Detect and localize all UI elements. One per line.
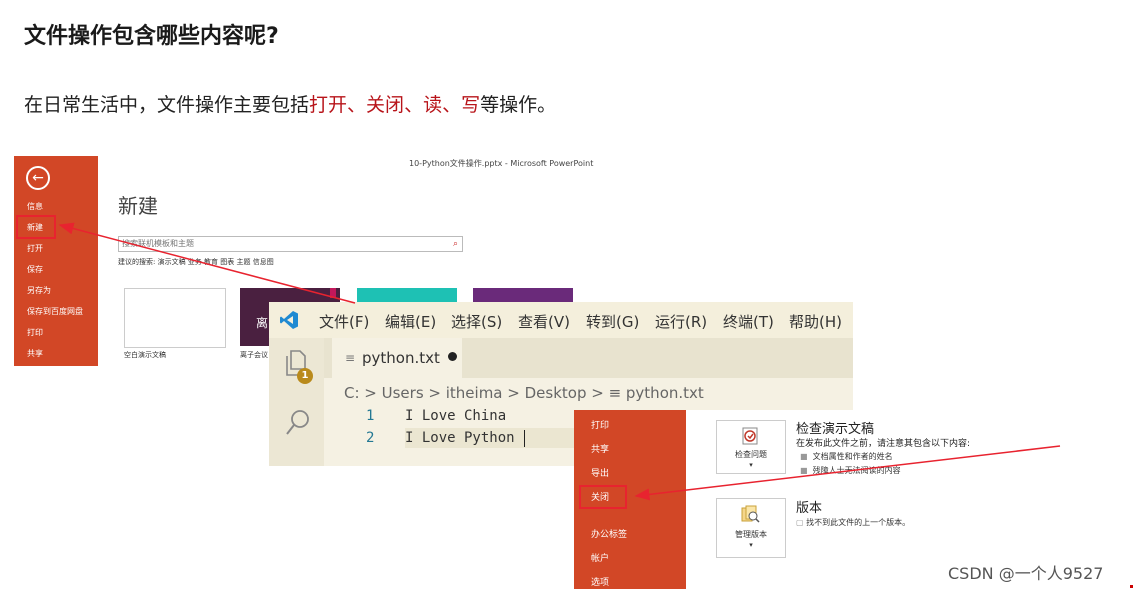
menu-edit[interactable]: 编辑(E) bbox=[385, 311, 436, 332]
inspect-bullet-text: 残障人士无法阅读的内容 bbox=[812, 466, 901, 475]
code-line[interactable]: I Love China bbox=[405, 408, 506, 424]
versions-title: 版本 bbox=[796, 501, 823, 516]
inspect-title: 检查演示文稿 bbox=[796, 422, 875, 437]
check-issues-button[interactable]: 检查问题 ▾ bbox=[716, 420, 786, 474]
manage-versions-button[interactable]: 管理版本 ▾ bbox=[716, 498, 786, 558]
line-number: 2 bbox=[366, 430, 375, 446]
op-sep-1: 、 bbox=[347, 94, 367, 116]
op-sep-3: 、 bbox=[442, 94, 462, 116]
vscode-logo-icon bbox=[280, 311, 298, 329]
text-file-icon: ≡ bbox=[345, 351, 356, 365]
menu-view[interactable]: 查看(V) bbox=[518, 311, 570, 332]
manage-versions-label: 管理版本 bbox=[735, 530, 767, 539]
page-heading: 文件操作包含哪些内容呢? bbox=[24, 24, 279, 49]
ppt-menu-save[interactable]: 保存 bbox=[27, 264, 43, 275]
chevron-down-icon: ▾ bbox=[749, 541, 753, 549]
vscode-activity-bar: 1 bbox=[269, 338, 324, 466]
tab-python-txt[interactable]: ≡ python.txt bbox=[332, 338, 462, 378]
vscode-tab-bar: ≡ python.txt bbox=[324, 338, 853, 378]
search-icon[interactable] bbox=[285, 408, 311, 438]
bullet-square-icon: ■ bbox=[800, 466, 808, 475]
breadcrumb[interactable]: C: > Users > itheima > Desktop > ≡ pytho… bbox=[344, 384, 704, 402]
ppt-menu-save-as[interactable]: 另存为 bbox=[27, 285, 51, 296]
suggested-searches[interactable]: 建议的搜索: 演示文稿 业务 教育 图表 主题 信息图 bbox=[118, 257, 274, 267]
versions-description: ▢ 找不到此文件的上一个版本。 bbox=[796, 517, 910, 528]
ppt-window-title: 10-Python文件操作.pptx - Microsoft PowerPoin… bbox=[409, 159, 594, 168]
info-menu-account[interactable]: 帐户 bbox=[591, 551, 609, 564]
template-ion-label: 离子会议 bbox=[240, 351, 268, 359]
inspect-bullet: ■ 文档属性和作者的姓名 bbox=[800, 451, 893, 462]
inspect-document-icon bbox=[742, 427, 758, 445]
template-blank[interactable] bbox=[124, 288, 226, 348]
menu-file[interactable]: 文件(F) bbox=[319, 311, 369, 332]
op-sep-2: 、 bbox=[404, 94, 424, 116]
ppt-menu-save-baidu[interactable]: 保存到百度网盘 bbox=[27, 306, 83, 317]
menu-terminal[interactable]: 终端(T) bbox=[723, 311, 774, 332]
template-blank-label: 空白演示文稿 bbox=[124, 351, 166, 359]
check-issues-label: 检查问题 bbox=[735, 450, 767, 459]
text-cursor bbox=[524, 430, 525, 447]
ppt-menu-info[interactable]: 信息 bbox=[27, 201, 43, 212]
ppt-menu-open[interactable]: 打开 bbox=[27, 243, 43, 254]
template-search-placeholder: 搜索联机模板和主题 bbox=[122, 239, 194, 248]
intro-suffix: 等操作。 bbox=[480, 94, 557, 116]
menu-help[interactable]: 帮助(H) bbox=[789, 311, 842, 332]
inspect-description: 在发布此文件之前，请注意其包含以下内容: bbox=[796, 439, 971, 449]
watermark: CSDN @一个人9527 bbox=[948, 564, 1104, 583]
menu-run[interactable]: 运行(R) bbox=[655, 311, 707, 332]
versions-description-text: 找不到此文件的上一个版本。 bbox=[806, 518, 911, 527]
ppt-menu-share[interactable]: 共享 bbox=[27, 348, 43, 359]
inspect-bullet-text: 文档属性和作者的姓名 bbox=[812, 452, 893, 461]
unsaved-dot-icon[interactable] bbox=[448, 352, 457, 361]
chevron-down-icon: ▾ bbox=[749, 461, 753, 469]
intro-text: 在日常生活中，文件操作主要包括打开、关闭、读、写等操作。 bbox=[24, 90, 556, 117]
info-menu-export[interactable]: 导出 bbox=[591, 466, 609, 479]
close-highlight-box bbox=[579, 485, 627, 509]
red-dot bbox=[1130, 585, 1133, 588]
bullet-square-icon: ■ bbox=[800, 452, 808, 461]
info-menu-share[interactable]: 共享 bbox=[591, 442, 609, 455]
op-close: 关闭 bbox=[366, 94, 405, 116]
code-line[interactable]: I Love Python bbox=[405, 430, 515, 446]
ppt-backstage-sidebar: ← 信息 新建 打开 保存 另存为 保存到百度网盘 打印 共享 bbox=[14, 156, 98, 366]
op-write: 写 bbox=[461, 94, 481, 116]
tab-label: python.txt bbox=[362, 349, 440, 367]
line-number: 1 bbox=[366, 408, 375, 424]
manage-versions-icon bbox=[741, 505, 760, 523]
op-open: 打开 bbox=[309, 94, 348, 116]
ppt-menu-print[interactable]: 打印 bbox=[27, 327, 43, 338]
ppt-new-heading: 新建 bbox=[118, 194, 158, 218]
back-arrow-icon[interactable]: ← bbox=[26, 166, 50, 190]
info-menu-print[interactable]: 打印 bbox=[591, 418, 609, 431]
vscode-menubar: 文件(F) 编辑(E) 选择(S) 查看(V) 转到(G) 运行(R) 终端(T… bbox=[269, 302, 853, 338]
intro-prefix: 在日常生活中，文件操作主要包括 bbox=[24, 94, 310, 116]
new-highlight-box bbox=[16, 215, 56, 239]
inspect-bullet: ■ 残障人士无法阅读的内容 bbox=[800, 465, 901, 476]
search-icon[interactable]: ⌕ bbox=[453, 237, 458, 251]
explorer-badge: 1 bbox=[297, 368, 313, 384]
template-ion-text: 离 bbox=[256, 316, 269, 330]
document-small-icon: ▢ bbox=[796, 518, 804, 527]
info-menu-options[interactable]: 选项 bbox=[591, 575, 609, 588]
template-search-input[interactable]: 搜索联机模板和主题 ⌕ bbox=[118, 236, 463, 252]
op-read: 读 bbox=[423, 94, 443, 116]
info-menu-office-tab[interactable]: 办公标签 bbox=[591, 527, 627, 540]
menu-selection[interactable]: 选择(S) bbox=[451, 311, 502, 332]
menu-go[interactable]: 转到(G) bbox=[586, 311, 639, 332]
template-ion-accent bbox=[330, 288, 336, 298]
